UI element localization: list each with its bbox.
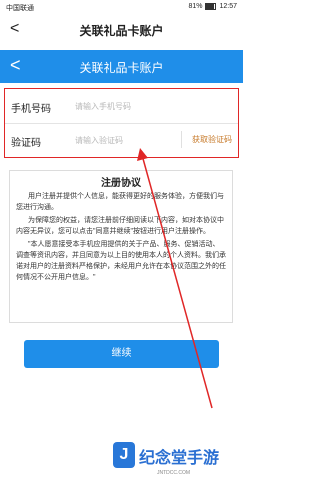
annotation-arrow [137, 148, 213, 409]
watermark: J 纪念堂手游 JNTDCC.COM [113, 436, 238, 482]
watermark-logo: J [113, 442, 135, 468]
watermark-name: 纪念堂手游 [139, 450, 220, 467]
watermark-site: JNTDCC.COM [157, 470, 191, 476]
